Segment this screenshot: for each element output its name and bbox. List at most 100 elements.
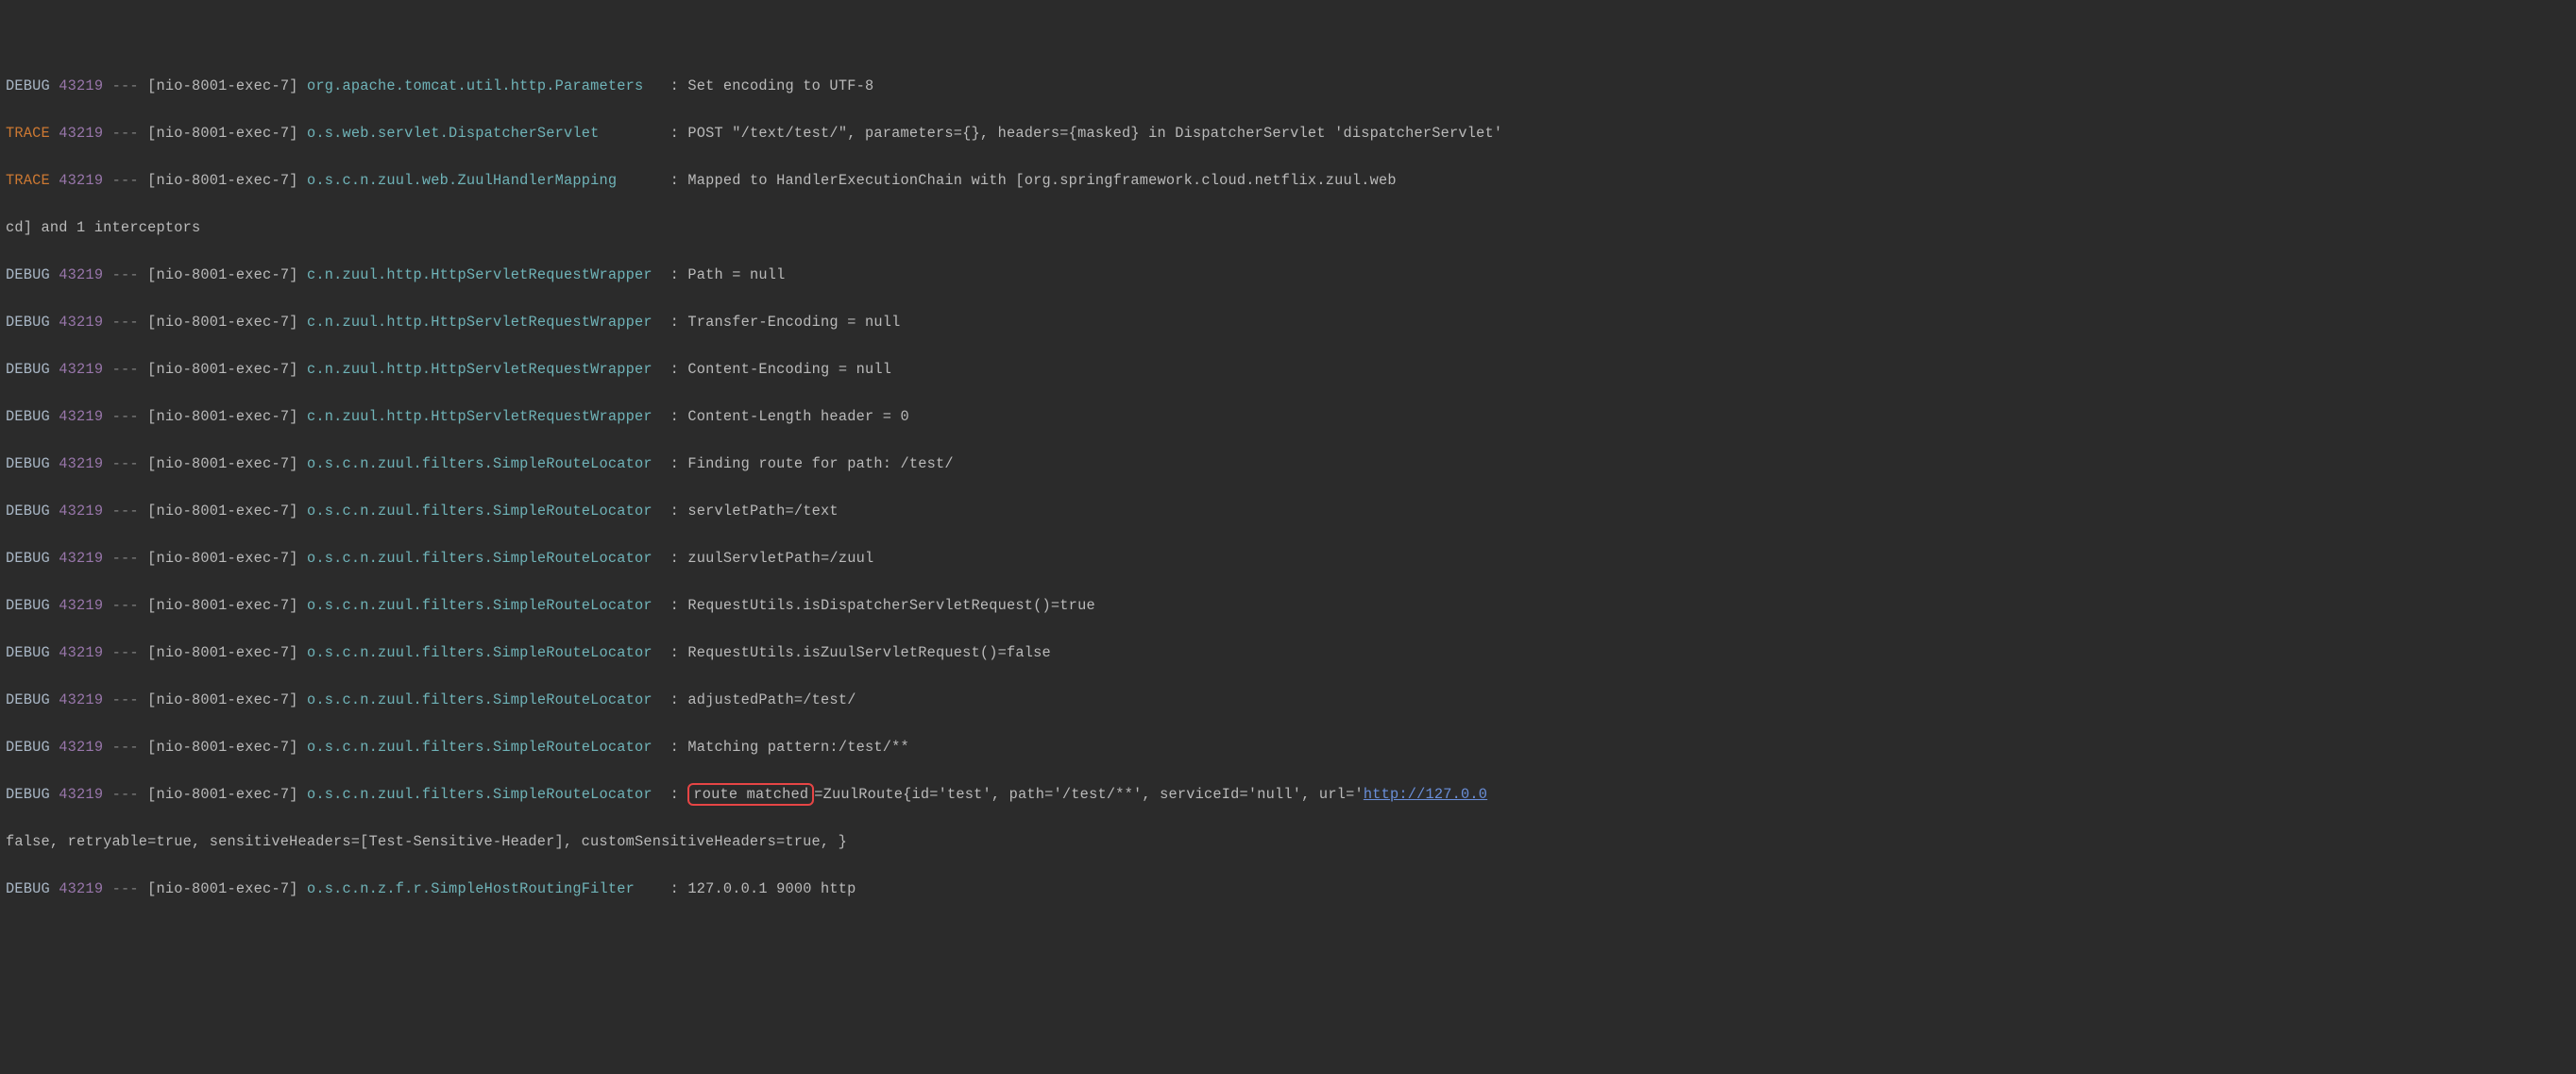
log-level: DEBUG xyxy=(6,550,50,567)
log-thread: [nio-8001-exec-7] xyxy=(147,644,297,661)
log-colon: : xyxy=(670,786,679,803)
log-message: false, retryable=true, sensitiveHeaders=… xyxy=(6,833,847,850)
log-class: c.n.zuul.http.HttpServletRequestWrapper xyxy=(307,314,652,331)
log-pid: 43219 xyxy=(59,739,103,756)
log-line-wrap: false, retryable=true, sensitiveHeaders=… xyxy=(6,830,2570,854)
log-colon: : xyxy=(670,77,679,94)
log-sep-dash: --- xyxy=(112,125,139,142)
log-pid: 43219 xyxy=(59,408,103,425)
log-class: o.s.c.n.zuul.filters.SimpleRouteLocator xyxy=(307,644,652,661)
log-message: =ZuulRoute{id='test', path='/test/**', s… xyxy=(814,786,1364,803)
log-col-pad xyxy=(652,644,661,661)
log-message: 127.0.0.1 9000 http xyxy=(687,880,856,897)
log-sep-dash: --- xyxy=(112,314,139,331)
log-col-pad xyxy=(652,361,661,378)
log-colon: : xyxy=(670,455,679,472)
log-pid: 43219 xyxy=(59,691,103,708)
log-line: DEBUG 43219 --- [nio-8001-exec-7] o.s.c.… xyxy=(6,641,2570,665)
log-line: DEBUG 43219 --- [nio-8001-exec-7] o.s.c.… xyxy=(6,689,2570,712)
log-line: DEBUG 43219 --- [nio-8001-exec-7] o.s.c.… xyxy=(6,594,2570,618)
log-thread: [nio-8001-exec-7] xyxy=(147,77,297,94)
log-level: TRACE xyxy=(6,172,50,189)
log-message: Set encoding to UTF-8 xyxy=(687,77,873,94)
log-level: DEBUG xyxy=(6,266,50,283)
log-thread: [nio-8001-exec-7] xyxy=(147,266,297,283)
log-colon: : xyxy=(670,408,679,425)
log-pid: 43219 xyxy=(59,597,103,614)
log-thread: [nio-8001-exec-7] xyxy=(147,125,297,142)
log-colon: : xyxy=(670,597,679,614)
log-colon: : xyxy=(670,644,679,661)
log-thread: [nio-8001-exec-7] xyxy=(147,503,297,520)
log-thread: [nio-8001-exec-7] xyxy=(147,597,297,614)
log-col-pad xyxy=(652,408,661,425)
log-class: o.s.c.n.zuul.web.ZuulHandlerMapping xyxy=(307,172,617,189)
log-line: DEBUG 43219 --- [nio-8001-exec-7] o.s.c.… xyxy=(6,500,2570,523)
log-thread: [nio-8001-exec-7] xyxy=(147,172,297,189)
log-colon: : xyxy=(670,691,679,708)
log-level: DEBUG xyxy=(6,691,50,708)
log-pid: 43219 xyxy=(59,786,103,803)
log-level: DEBUG xyxy=(6,408,50,425)
log-class: o.s.c.n.zuul.filters.SimpleRouteLocator xyxy=(307,455,652,472)
log-class: c.n.zuul.http.HttpServletRequestWrapper xyxy=(307,408,652,425)
log-col-pad xyxy=(652,739,661,756)
log-level: DEBUG xyxy=(6,361,50,378)
log-colon: : xyxy=(670,125,679,142)
log-class: o.s.c.n.zuul.filters.SimpleRouteLocator xyxy=(307,739,652,756)
log-level: DEBUG xyxy=(6,786,50,803)
log-pid: 43219 xyxy=(59,880,103,897)
log-col-pad xyxy=(652,503,661,520)
log-line-wrap: cd] and 1 interceptors xyxy=(6,216,2570,240)
log-sep-dash: --- xyxy=(112,503,139,520)
log-line: TRACE 43219 --- [nio-8001-exec-7] o.s.c.… xyxy=(6,169,2570,193)
log-colon: : xyxy=(670,361,679,378)
log-col-pad xyxy=(652,786,661,803)
log-message: Mapped to HandlerExecutionChain with [or… xyxy=(687,172,1396,189)
log-level: DEBUG xyxy=(6,314,50,331)
log-line: DEBUG 43219 --- [nio-8001-exec-7] c.n.zu… xyxy=(6,264,2570,287)
log-col-pad xyxy=(635,880,661,897)
log-sep-dash: --- xyxy=(112,408,139,425)
log-class: o.s.c.n.zuul.filters.SimpleRouteLocator xyxy=(307,503,652,520)
log-line: DEBUG 43219 --- [nio-8001-exec-7] o.s.c.… xyxy=(6,783,2570,807)
log-thread: [nio-8001-exec-7] xyxy=(147,739,297,756)
log-link[interactable]: http://127.0.0 xyxy=(1364,786,1487,803)
log-colon: : xyxy=(670,266,679,283)
log-colon: : xyxy=(670,314,679,331)
log-class: c.n.zuul.http.HttpServletRequestWrapper xyxy=(307,266,652,283)
log-sep-dash: --- xyxy=(112,172,139,189)
log-sep-dash: --- xyxy=(112,644,139,661)
log-col-pad xyxy=(652,550,661,567)
log-class: o.s.c.n.zuul.filters.SimpleRouteLocator xyxy=(307,550,652,567)
log-class: o.s.c.n.zuul.filters.SimpleRouteLocator xyxy=(307,786,652,803)
log-message: zuulServletPath=/zuul xyxy=(687,550,873,567)
log-pid: 43219 xyxy=(59,455,103,472)
log-class: o.s.web.servlet.DispatcherServlet xyxy=(307,125,600,142)
log-message: Content-Length header = 0 xyxy=(687,408,909,425)
log-pid: 43219 xyxy=(59,314,103,331)
log-sep-dash: --- xyxy=(112,266,139,283)
log-class: c.n.zuul.http.HttpServletRequestWrapper xyxy=(307,361,652,378)
log-level: DEBUG xyxy=(6,455,50,472)
log-colon: : xyxy=(670,739,679,756)
log-pid: 43219 xyxy=(59,172,103,189)
log-colon: : xyxy=(670,550,679,567)
log-level: DEBUG xyxy=(6,644,50,661)
log-level: DEBUG xyxy=(6,77,50,94)
log-sep-dash: --- xyxy=(112,550,139,567)
log-level: DEBUG xyxy=(6,880,50,897)
log-thread: [nio-8001-exec-7] xyxy=(147,786,297,803)
log-message: POST "/text/test/", parameters={}, heade… xyxy=(687,125,1502,142)
log-pid: 43219 xyxy=(59,77,103,94)
log-level: DEBUG xyxy=(6,503,50,520)
log-colon: : xyxy=(670,880,679,897)
log-thread: [nio-8001-exec-7] xyxy=(147,361,297,378)
log-col-pad xyxy=(643,77,661,94)
log-col-pad xyxy=(652,455,661,472)
log-thread: [nio-8001-exec-7] xyxy=(147,880,297,897)
log-sep-dash: --- xyxy=(112,597,139,614)
log-class: o.s.c.n.zuul.filters.SimpleRouteLocator xyxy=(307,597,652,614)
log-pid: 43219 xyxy=(59,361,103,378)
log-line: DEBUG 43219 --- [nio-8001-exec-7] c.n.zu… xyxy=(6,358,2570,382)
